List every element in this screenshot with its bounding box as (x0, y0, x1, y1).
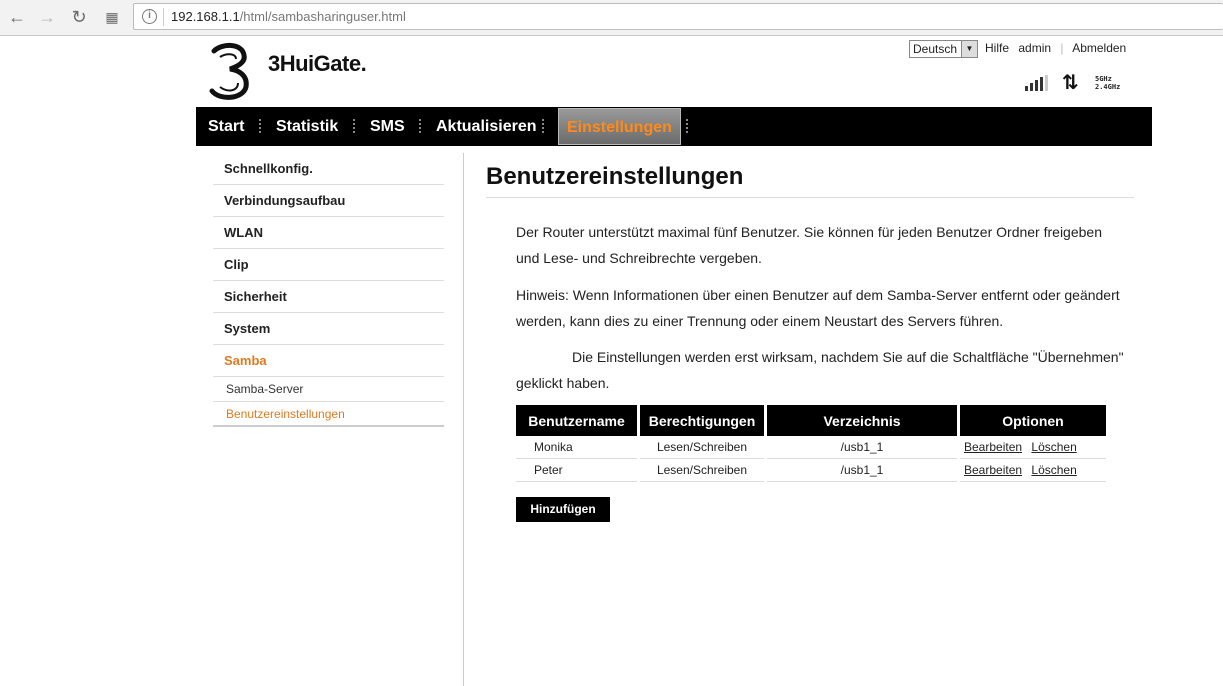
add-user-button[interactable]: Hinzufügen (516, 497, 610, 522)
band-24ghz-label: 2.4GHz (1095, 83, 1121, 91)
users-table: Benutzername Berechtigungen Verzeichnis … (513, 405, 1109, 482)
nav-statistik[interactable]: Statistik (276, 107, 338, 146)
language-select[interactable]: Deutsch ▼ (909, 40, 978, 58)
nav-aktualisieren[interactable]: Aktualisieren (436, 107, 536, 146)
sidebar: Schnellkonfig. Verbindungsaufbau WLAN Cl… (213, 153, 444, 427)
nav-start[interactable]: Start (208, 107, 244, 146)
apps-grid-icon[interactable]: ▦ (99, 5, 125, 29)
address-separator (163, 8, 164, 26)
back-icon[interactable]: ← (4, 5, 30, 29)
data-transfer-icon: ⇅ (1062, 72, 1079, 94)
browser-toolbar: ← → ↻ ▦ i 192.168.1.1/html/sambasharingu… (0, 0, 1223, 36)
edit-link[interactable]: Bearbeiten (964, 463, 1022, 477)
link-separator: | (1060, 41, 1064, 55)
directory-cell: /usb1_1 (767, 459, 957, 482)
options-cell: Bearbeiten Löschen (960, 459, 1106, 482)
directory-cell: /usb1_1 (767, 436, 957, 459)
nav-separator (419, 119, 421, 133)
table-row: Peter Lesen/Schreiben /usb1_1 Bearbeiten… (516, 459, 1106, 482)
permission-cell: Lesen/Schreiben (640, 436, 764, 459)
table-header-row: Benutzername Berechtigungen Verzeichnis … (516, 405, 1106, 436)
top-links: Hilfe admin | Abmelden (985, 41, 1132, 55)
user-name: admin (1018, 41, 1052, 55)
delete-link[interactable]: Löschen (1031, 440, 1076, 454)
column-header-directory: Verzeichnis (767, 405, 957, 436)
column-header-username: Benutzername (516, 405, 637, 436)
nav-separator (353, 119, 355, 133)
sidebar-item-sicherheit[interactable]: Sicherheit (213, 281, 444, 313)
delete-link[interactable]: Löschen (1031, 463, 1076, 477)
table-row: Monika Lesen/Schreiben /usb1_1 Bearbeite… (516, 436, 1106, 459)
nav-separator (542, 119, 544, 133)
page-title: Benutzereinstellungen (486, 163, 1134, 198)
forward-icon[interactable]: → (34, 5, 60, 29)
intro-text: Der Router unterstützt maximal fünf Benu… (516, 224, 1102, 266)
language-value: Deutsch (913, 42, 958, 56)
sidebar-subitem-benutzereinstellungen[interactable]: Benutzereinstellungen (213, 402, 444, 427)
permission-cell: Lesen/Schreiben (640, 459, 764, 482)
sidebar-item-verbindungsaufbau[interactable]: Verbindungsaufbau (213, 185, 444, 217)
sidebar-subitem-samba-server[interactable]: Samba-Server (213, 377, 444, 402)
help-link[interactable]: Hilfe (985, 41, 1009, 55)
sidebar-item-system[interactable]: System (213, 313, 444, 345)
wifi-bands-icon: 5GHz 2.4GHz (1095, 75, 1120, 91)
router-header: 3HuiGate. Deutsch ▼ Hilfe admin | Abmeld… (196, 37, 1152, 107)
options-cell: Bearbeiten Löschen (960, 436, 1106, 459)
nav-einstellungen[interactable]: Einstellungen (558, 108, 681, 145)
column-header-permissions: Berechtigungen (640, 405, 764, 436)
url-host: 192.168.1.1 (171, 9, 240, 24)
main-nav: Start Statistik SMS Aktualisieren Einste… (196, 107, 1152, 146)
sidebar-item-wlan[interactable]: WLAN (213, 217, 444, 249)
three-logo-icon (209, 43, 249, 100)
edit-link[interactable]: Bearbeiten (964, 440, 1022, 454)
chevron-down-icon[interactable]: ▼ (961, 41, 977, 57)
logout-link[interactable]: Abmelden (1072, 41, 1126, 55)
nav-separator (686, 119, 688, 133)
hint-text: Hinweis: Wenn Informationen über einen B… (516, 287, 1120, 329)
reload-icon[interactable]: ↻ (66, 5, 92, 29)
user-name-cell: Monika (516, 436, 637, 459)
sidebar-item-clip[interactable]: Clip (213, 249, 444, 281)
content-divider (463, 153, 464, 686)
nav-separator (259, 119, 261, 133)
user-name-cell: Peter (516, 459, 637, 482)
band-5ghz-label: 5GHz (1095, 75, 1112, 83)
url-path: /html/sambasharinguser.html (239, 9, 406, 24)
column-header-options: Optionen (960, 405, 1106, 436)
signal-strength-icon (1025, 75, 1051, 91)
brand-name: 3HuiGate. (268, 51, 367, 76)
nav-sms[interactable]: SMS (370, 107, 405, 146)
apply-note-text: Die Einstellungen werden erst wirksam, n… (516, 349, 1124, 391)
address-bar[interactable]: i 192.168.1.1/html/sambasharinguser.html (133, 3, 1223, 30)
info-icon[interactable]: i (142, 9, 157, 24)
sidebar-item-samba[interactable]: Samba (213, 345, 444, 377)
sidebar-item-schnellkonfig[interactable]: Schnellkonfig. (213, 153, 444, 185)
url-text: 192.168.1.1/html/sambasharinguser.html (171, 9, 406, 24)
